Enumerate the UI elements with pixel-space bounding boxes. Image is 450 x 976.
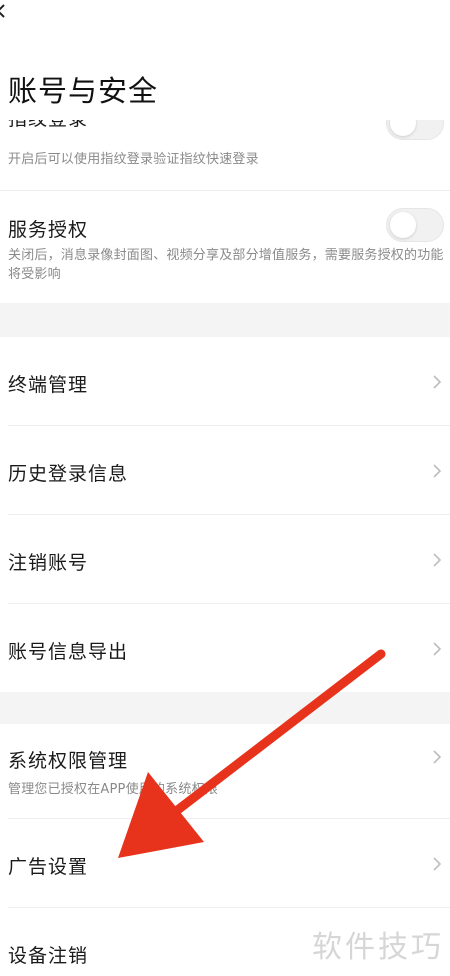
section-gap bbox=[0, 303, 450, 337]
chevron-right-icon bbox=[433, 464, 442, 478]
section-gap bbox=[0, 692, 450, 724]
chevron-right-icon bbox=[433, 750, 442, 764]
list-item-label: 设备注销 bbox=[8, 945, 89, 967]
back-arrow-icon[interactable] bbox=[0, 4, 8, 18]
list-item-label: 系统权限管理 bbox=[8, 750, 129, 772]
service-auth-desc: 关闭后，消息录像封面图、视频分享及部分增值服务，需要服务授权的功能将受影响 bbox=[8, 248, 444, 282]
header-bar: 账号与安全 bbox=[0, 0, 450, 120]
system-permissions-desc: 管理您已授权在APP使用的系统权限 bbox=[8, 782, 218, 797]
list-item-label: 注销账号 bbox=[8, 552, 89, 574]
watermark: 软件技巧 bbox=[312, 930, 444, 965]
list-item-terminal-management[interactable]: 终端管理 bbox=[0, 337, 450, 425]
chevron-right-icon bbox=[433, 553, 442, 567]
page-title: 账号与安全 bbox=[8, 74, 159, 108]
list-item-login-history[interactable]: 历史登录信息 bbox=[0, 426, 450, 514]
list-item-label: 广告设置 bbox=[8, 856, 89, 878]
chevron-right-icon bbox=[433, 642, 442, 656]
list-item-cancel-account[interactable]: 注销账号 bbox=[0, 515, 450, 603]
fingerprint-desc: 开启后可以使用指纹登录验证指纹快速登录 bbox=[8, 152, 259, 167]
list-item-label: 历史登录信息 bbox=[8, 463, 129, 485]
service-auth-toggle[interactable] bbox=[386, 208, 444, 242]
list-item-export-account-info[interactable]: 账号信息导出 bbox=[0, 604, 450, 692]
fingerprint-toggle[interactable] bbox=[386, 120, 444, 140]
fingerprint-label: 指纹登录 bbox=[8, 120, 88, 131]
list-item-ad-settings[interactable]: 广告设置 bbox=[0, 819, 450, 907]
chevron-right-icon bbox=[433, 857, 442, 871]
fingerprint-row: 指纹登录 开启后可以使用指纹登录验证指纹快速登录 bbox=[0, 120, 450, 190]
list-item-label: 账号信息导出 bbox=[8, 641, 129, 663]
service-auth-label: 服务授权 bbox=[8, 219, 89, 241]
service-auth-row: 服务授权 关闭后，消息录像封面图、视频分享及部分增值服务，需要服务授权的功能将受… bbox=[0, 191, 450, 303]
list-item-system-permissions[interactable]: 系统权限管理 管理您已授权在APP使用的系统权限 bbox=[0, 724, 450, 818]
list-item-label: 终端管理 bbox=[8, 374, 89, 396]
chevron-right-icon bbox=[433, 375, 442, 389]
